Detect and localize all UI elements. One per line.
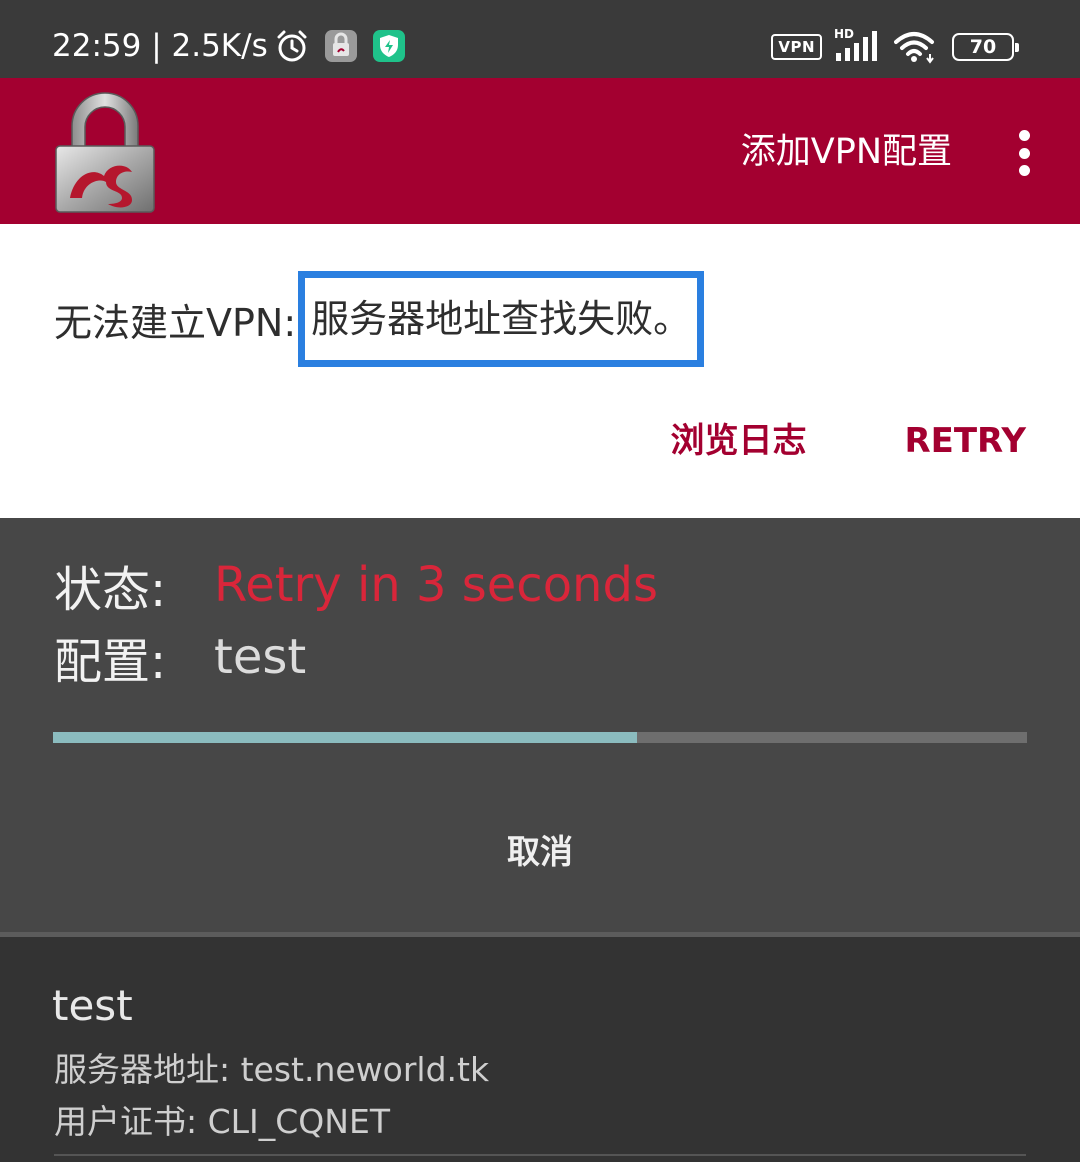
add-vpn-profile-button[interactable]: 添加VPN配置 — [741, 128, 952, 176]
connection-progress-fill — [53, 732, 638, 743]
view-log-button[interactable]: 浏览日志 — [670, 414, 806, 468]
app-bar: 添加VPN配置 — [0, 78, 1080, 224]
connection-progress-bar — [53, 732, 1027, 743]
battery-level: 70 — [969, 36, 997, 58]
error-card-actions: 浏览日志 RETRY — [670, 414, 1026, 468]
profile-user-certificate: 用户证书: CLI_CQNET — [54, 1102, 390, 1141]
state-value: Retry in 3 seconds — [214, 557, 658, 613]
error-message: 无法建立VPN: 服务器地址查找失败。 — [54, 271, 705, 367]
alarm-icon — [274, 28, 310, 64]
list-divider — [54, 1154, 1026, 1156]
app-logo — [52, 90, 158, 214]
state-row: 状态: Retry in 3 seconds — [54, 550, 658, 620]
shield-notification-icon — [372, 29, 406, 63]
error-prefix: 无法建立VPN: — [54, 300, 297, 345]
overflow-menu-button[interactable] — [1012, 130, 1036, 176]
profile-value: test — [214, 629, 307, 685]
wifi-icon — [894, 30, 938, 64]
vpn-status-badge: VPN — [771, 34, 822, 60]
status-bar: 22:59 | 2.5K/s VPN HD 70 — [0, 0, 1080, 78]
profile-label: 配置: — [54, 634, 167, 690]
retry-button[interactable]: RETRY — [904, 414, 1026, 468]
state-label: 状态: — [54, 562, 167, 618]
error-card: 无法建立VPN: 服务器地址查找失败。 浏览日志 RETRY — [0, 224, 1080, 518]
battery-icon: 70 — [952, 33, 1019, 61]
profile-name: test — [52, 981, 133, 1030]
profile-list-item[interactable]: test 服务器地址: test.neworld.tk 用户证书: CLI_CQ… — [0, 937, 1080, 1162]
error-highlight: 服务器地址查找失败。 — [298, 271, 705, 367]
status-right: VPN HD 70 — [771, 27, 1019, 66]
cancel-button[interactable]: 取消 — [440, 822, 640, 882]
profile-row: 配置: test — [54, 622, 306, 692]
status-time-speed: 22:59 | 2.5K/s — [52, 28, 268, 64]
overflow-dot — [1018, 165, 1030, 176]
overflow-dot — [1018, 130, 1030, 141]
signal-icon: HD — [834, 27, 880, 63]
status-panel: 状态: Retry in 3 seconds 配置: test 取消 — [0, 518, 1080, 932]
vpn-app-notification-icon — [324, 29, 358, 63]
profile-server-address: 服务器地址: test.neworld.tk — [54, 1050, 490, 1089]
status-left: 22:59 | 2.5K/s — [52, 22, 406, 70]
overflow-dot — [1018, 147, 1030, 159]
